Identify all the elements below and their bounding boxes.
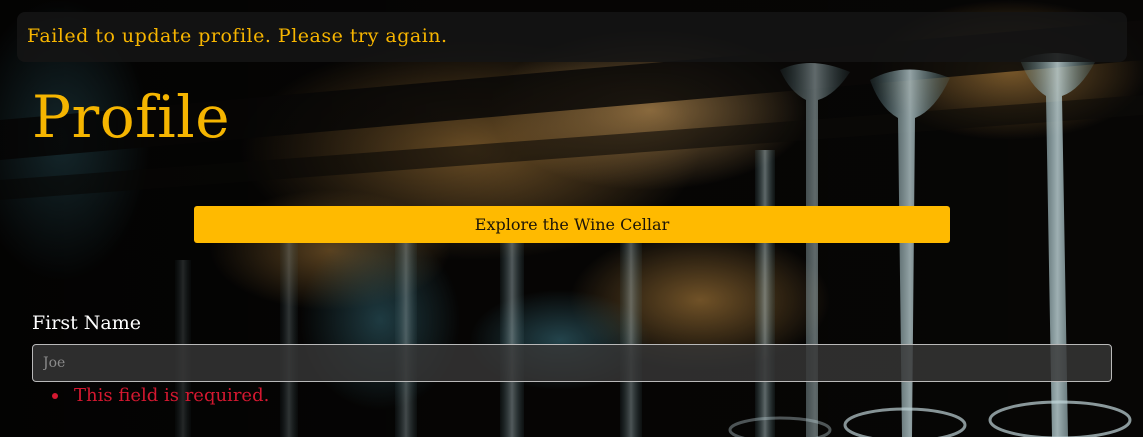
profile-page: Failed to update profile. Please try aga… — [0, 0, 1143, 437]
first-name-label: First Name — [32, 312, 141, 334]
first-name-error: This field is required. — [52, 384, 269, 408]
first-name-input[interactable] — [32, 344, 1112, 382]
error-alert: Failed to update profile. Please try aga… — [17, 12, 1127, 62]
alert-message: Failed to update profile. Please try aga… — [27, 25, 448, 47]
first-name-error-text: This field is required. — [74, 385, 270, 406]
first-name-error-list: This field is required. — [52, 384, 269, 408]
bullet-icon — [52, 393, 58, 399]
page-title: Profile — [32, 83, 231, 151]
explore-wine-cellar-button[interactable]: Explore the Wine Cellar — [194, 206, 950, 243]
